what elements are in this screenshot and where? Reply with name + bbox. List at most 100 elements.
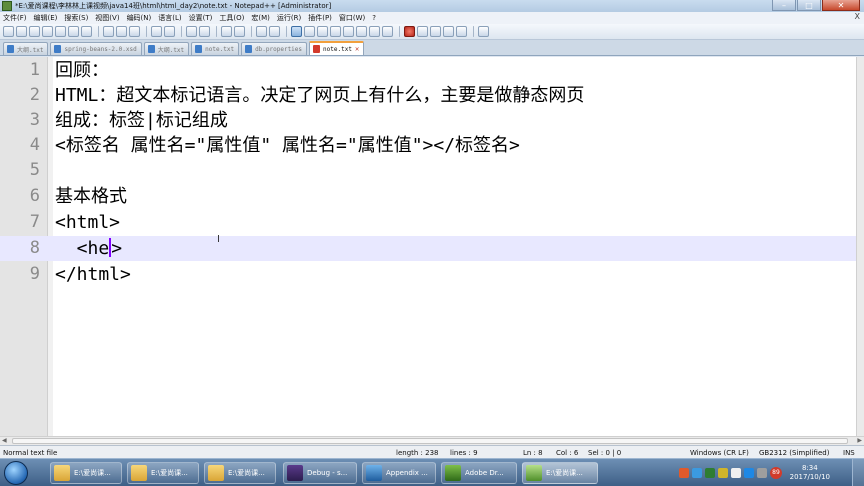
taskbar-item-notepadpp[interactable]: E:\爱尚课... [522,462,598,484]
close-all-icon[interactable] [68,26,79,37]
open-file-icon[interactable] [16,26,27,37]
taskbar-item-eclipse[interactable]: Debug - s... [283,462,357,484]
scroll-right-icon[interactable]: ▶ [857,437,862,444]
copy-icon[interactable] [116,26,127,37]
tab-outline-1[interactable]: 大纲.txt [3,42,49,55]
new-file-icon[interactable] [3,26,14,37]
menu-close-icon[interactable]: X [855,12,860,21]
scroll-left-icon[interactable]: ◀ [2,437,7,444]
taskbar-item-explorer-2[interactable]: E:\爱尚课... [127,462,199,484]
taskbar-item-appendix[interactable]: Appendix ... [362,462,436,484]
line-text: 回顾： [55,60,109,81]
tray-app-icon[interactable] [679,468,689,478]
menu-edit[interactable]: 编辑(E) [34,13,58,23]
show-all-chars-icon[interactable] [304,26,315,37]
doc-map-icon[interactable] [343,26,354,37]
menu-file[interactable]: 文件(F) [3,13,27,23]
status-length: length : 238 [396,449,439,457]
menu-help[interactable]: ? [372,14,376,22]
replace-icon[interactable] [199,26,210,37]
taskbar-clock[interactable]: 8:34 2017/10/10 [790,464,830,482]
tab-note-active[interactable]: note.txt ✕ [309,41,365,55]
close-file-icon[interactable] [55,26,66,37]
maximize-button[interactable]: □ [797,0,821,11]
save-icon[interactable] [29,26,40,37]
tab-label: db.properties [255,45,303,53]
tray-network-icon[interactable] [692,468,702,478]
status-file-type: Normal text file [3,449,58,457]
print-icon[interactable] [81,26,92,37]
toolbar-separator [251,26,252,37]
saved-file-icon [7,45,14,53]
line-text-before-caret: <he [55,238,110,259]
stop-macro-icon[interactable] [417,26,428,37]
start-button-icon[interactable] [4,461,28,485]
run-macro-multiple-icon[interactable] [443,26,454,37]
play-macro-icon[interactable] [430,26,441,37]
sync-horizontal-icon[interactable] [269,26,280,37]
menu-window[interactable]: 窗口(W) [339,13,365,23]
show-desktop-button[interactable] [852,459,864,486]
user-language-icon[interactable] [330,26,341,37]
task-label: Debug - s... [307,469,348,477]
text-editor[interactable]: 1 回顾： 2 HTML：超文本标记语言。决定了网页上有什么，主要是做静态网页 … [0,57,856,436]
function-list-icon[interactable] [356,26,367,37]
tray-security-icon[interactable] [705,468,715,478]
zoom-out-icon[interactable] [234,26,245,37]
line-text: <html> [55,212,121,233]
zoom-in-icon[interactable] [221,26,232,37]
save-macro-icon[interactable] [456,26,467,37]
tab-db-properties[interactable]: db.properties [241,42,308,55]
tab-label: spring-beans-2.0.xsd [64,45,137,53]
taskbar-item-explorer-1[interactable]: E:\爱尚课... [50,462,122,484]
tab-outline-2[interactable]: 大纲.txt [143,42,190,55]
task-label: Adobe Dr... [465,469,504,477]
undo-icon[interactable] [151,26,162,37]
menu-plugins[interactable]: 插件(P) [308,13,332,23]
folder-workspace-icon[interactable] [369,26,380,37]
close-button[interactable]: ✕ [822,0,860,11]
taskbar-item-explorer-3[interactable]: E:\爱尚课... [204,462,276,484]
menu-view[interactable]: 视图(V) [95,13,119,23]
tray-bluetooth-icon[interactable] [744,468,754,478]
minimize-button[interactable]: – [772,0,796,11]
plugin-icon[interactable] [478,26,489,37]
sync-vertical-icon[interactable] [256,26,267,37]
menu-macro[interactable]: 宏(M) [251,13,270,23]
tray-flag-icon[interactable] [757,468,767,478]
paste-icon[interactable] [129,26,140,37]
tray-notification-badge[interactable]: 89 [770,467,782,479]
tray-volume-icon[interactable] [731,468,741,478]
tray-folder-icon[interactable] [718,468,728,478]
scrollbar-thumb[interactable] [12,438,848,444]
line-number: 7 [29,212,40,232]
tab-label: note.txt [205,45,235,53]
word-wrap-icon[interactable] [291,26,302,37]
record-macro-icon[interactable] [404,26,415,37]
find-icon[interactable] [186,26,197,37]
tab-spring-beans[interactable]: spring-beans-2.0.xsd [50,42,142,55]
menu-search[interactable]: 搜索(S) [64,13,88,23]
tab-close-icon[interactable]: ✕ [355,45,359,53]
vertical-scrollbar[interactable] [856,57,864,436]
cut-icon[interactable] [103,26,114,37]
line-number: 8 [29,238,40,258]
taskbar-item-dreamweaver[interactable]: Adobe Dr... [441,462,517,484]
tab-note-1[interactable]: note.txt [191,42,240,55]
line-text: 组成：标签|标记组成 [55,110,228,131]
redo-icon[interactable] [164,26,175,37]
line-text: </html> [55,264,131,285]
status-encoding: GB2312 (Simplified) [759,449,830,457]
indent-guide-icon[interactable] [317,26,328,37]
menu-encoding[interactable]: 编码(N) [127,13,152,23]
line-number: 5 [29,160,40,180]
monitoring-icon[interactable] [382,26,393,37]
menu-language[interactable]: 语言(L) [158,13,181,23]
task-label: E:\爱尚课... [74,469,111,477]
menu-tools[interactable]: 工具(O) [219,13,244,23]
menu-settings[interactable]: 设置(T) [189,13,213,23]
line-text-after-caret: > [111,238,123,259]
menu-run[interactable]: 运行(R) [277,13,301,23]
horizontal-scrollbar[interactable]: ◀ ▶ [0,436,864,445]
save-all-icon[interactable] [42,26,53,37]
